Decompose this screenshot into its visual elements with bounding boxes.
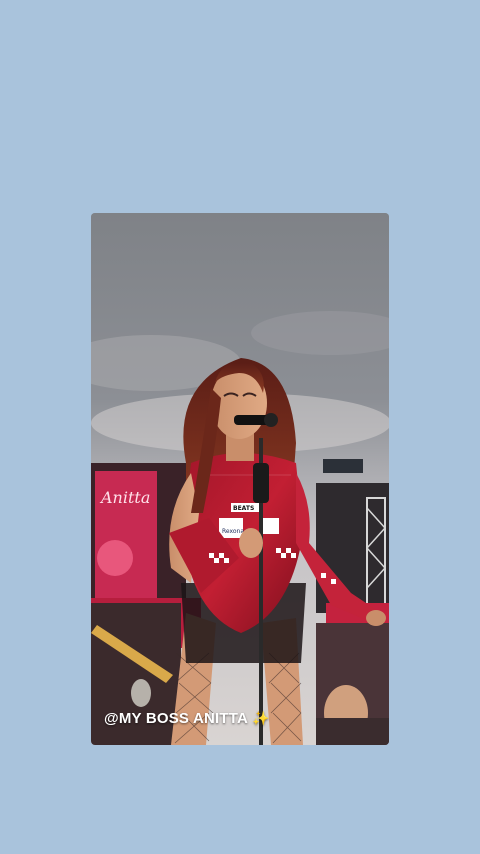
hand (131, 679, 151, 707)
sponsor-label-left: Rexona (222, 528, 244, 535)
right-hand (366, 610, 386, 626)
mic-head (264, 413, 278, 427)
hand-on-stand (239, 528, 263, 558)
stage-light (323, 459, 363, 473)
caption-text: @MY BOSS ANITTA (104, 710, 249, 727)
story-caption: @MY BOSS ANITTA ✨ (104, 710, 270, 727)
concert-photo: Anitta Rexona BEATS (91, 213, 389, 745)
banner-text: Anitta (99, 488, 150, 507)
sponsor-patch-right (261, 518, 279, 534)
sponsor-label-right: BEATS (233, 505, 254, 512)
mic-clip (253, 463, 269, 503)
sparkle-emoji: ✨ (252, 710, 270, 726)
banner-logo (97, 540, 133, 576)
story-photo-card[interactable]: Anitta Rexona BEATS (91, 213, 389, 745)
